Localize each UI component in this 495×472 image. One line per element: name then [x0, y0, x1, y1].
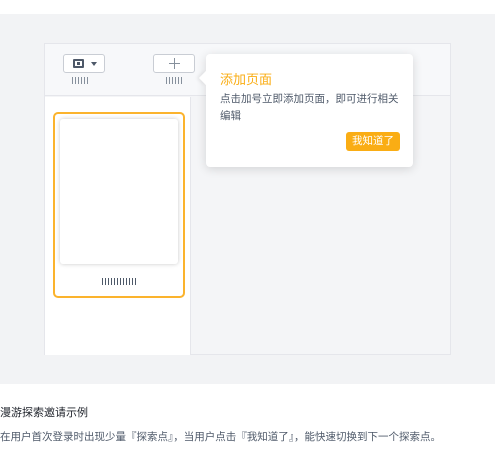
- page-thumbnail-selected[interactable]: [53, 112, 185, 298]
- caption-title: 漫游探索邀请示例: [0, 406, 88, 419]
- popover-title: 添加页面: [220, 73, 273, 88]
- grid-icon: [73, 59, 84, 68]
- got-it-button[interactable]: 我知道了: [346, 132, 400, 151]
- plus-icon: [169, 58, 180, 69]
- page-list-sidebar: [45, 97, 191, 355]
- view-mode-select[interactable]: [63, 54, 105, 73]
- tour-popover: 添加页面 点击加号立即添加页面，即可进行相关编辑 我知道了: [198, 54, 413, 167]
- popover-text: 点击加号立即添加页面，即可进行相关编辑: [220, 93, 399, 122]
- add-page-button[interactable]: [153, 54, 195, 73]
- placeholder-text: [72, 77, 88, 84]
- page-preview-card: [60, 119, 178, 264]
- placeholder-text: [166, 77, 182, 84]
- caption-description: 在用户首次登录时出现少量『探索点』，当用户点击『我知道了』，能快速切换到下一个探…: [0, 431, 441, 443]
- chevron-down-icon: [91, 62, 97, 66]
- page-name-placeholder: [102, 278, 136, 285]
- example-preview: 添加页面 点击加号立即添加页面，即可进行相关编辑 我知道了: [0, 14, 495, 384]
